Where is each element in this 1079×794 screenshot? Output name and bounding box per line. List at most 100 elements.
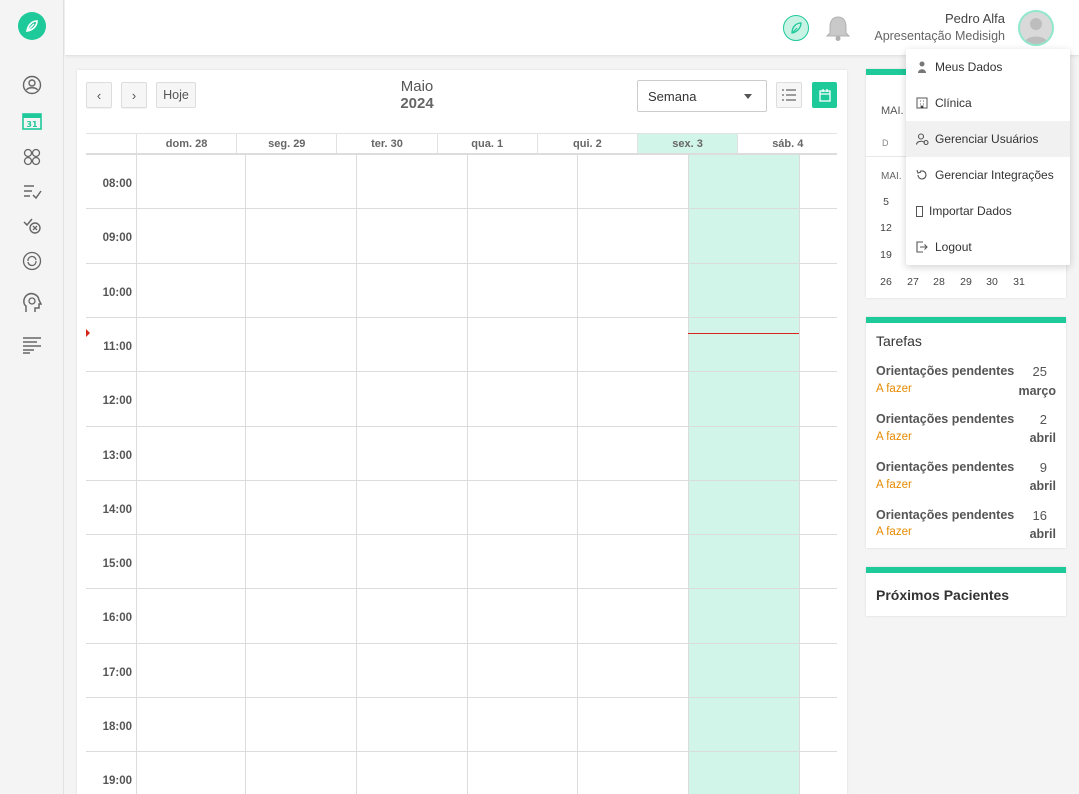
calendar-year: 2024 bbox=[400, 95, 434, 112]
time-label: 17:00 bbox=[102, 667, 132, 679]
mini-day[interactable]: 30 bbox=[982, 276, 1002, 288]
user-organization: Apresentação Medisigh bbox=[874, 29, 1005, 43]
task-name[interactable]: Orientações pendentes bbox=[876, 364, 1014, 378]
grid-column-divider bbox=[467, 154, 468, 794]
task-name[interactable]: Orientações pendentes bbox=[876, 508, 1014, 522]
day-header-4[interactable]: qui. 2 bbox=[536, 134, 637, 154]
menu-item-label: Meus Dados bbox=[935, 60, 1003, 74]
avatar[interactable] bbox=[1018, 10, 1054, 46]
bell-icon[interactable] bbox=[825, 14, 851, 42]
mini-day[interactable]: 12 bbox=[876, 222, 896, 234]
menu-item-meus-dados[interactable]: Meus Dados bbox=[906, 49, 1070, 85]
day-header-3[interactable]: qua. 1 bbox=[436, 134, 537, 154]
grid-column-divider bbox=[245, 154, 246, 794]
calendar-panel: ‹ › Hoje Maio 2024 Semana dom. 28 seg. 29… bbox=[77, 70, 847, 794]
view-select-value: Semana bbox=[648, 89, 697, 104]
svg-text:31: 31 bbox=[26, 120, 38, 129]
day-header-6[interactable]: sáb. 4 bbox=[737, 134, 837, 154]
sidebar: 31 bbox=[0, 0, 64, 794]
menu-item-logout[interactable]: Logout bbox=[906, 229, 1070, 265]
mini-day[interactable]: 28 bbox=[929, 276, 949, 288]
calendar-month: Maio bbox=[400, 78, 434, 95]
file-icon bbox=[915, 204, 923, 218]
current-time-line bbox=[688, 333, 799, 334]
task-month: março bbox=[1018, 384, 1056, 398]
task-status: A fazer bbox=[876, 431, 912, 443]
task-status: A fazer bbox=[876, 479, 912, 491]
user-settings-icon bbox=[915, 132, 929, 146]
list-view-button[interactable] bbox=[776, 82, 802, 108]
task-name[interactable]: Orientações pendentes bbox=[876, 460, 1014, 474]
menu-item-importar-dados[interactable]: Importar Dados bbox=[906, 193, 1070, 229]
time-label: 11:00 bbox=[103, 341, 132, 353]
menu-item-gerenciar-usuarios[interactable]: Gerenciar Usuários bbox=[906, 121, 1070, 157]
user-name[interactable]: Pedro Alfa bbox=[945, 11, 1005, 26]
cancel-icon[interactable] bbox=[21, 214, 43, 236]
week-day-header: dom. 28 seg. 29 ter. 30 qua. 1 qui. 2 sex. 3s… bbox=[86, 133, 837, 154]
reports-icon[interactable] bbox=[21, 334, 43, 356]
today-column bbox=[688, 154, 799, 794]
leaf-icon[interactable] bbox=[783, 15, 809, 41]
day-header-2[interactable]: ter. 30 bbox=[336, 134, 436, 154]
list-icon bbox=[782, 89, 796, 101]
time-label: 09:00 bbox=[102, 232, 132, 244]
task-status: A fazer bbox=[876, 526, 912, 538]
view-select[interactable]: Semana bbox=[637, 80, 767, 112]
logout-icon bbox=[915, 240, 929, 254]
mind-icon[interactable] bbox=[21, 292, 43, 314]
mini-day[interactable]: 29 bbox=[956, 276, 976, 288]
next-week-button[interactable]: › bbox=[121, 82, 147, 108]
task-day: 2 bbox=[1039, 412, 1047, 427]
mini-day[interactable]: 27 bbox=[903, 276, 923, 288]
grid-hour-line bbox=[86, 154, 837, 155]
next-patients-title: Próximos Pacientes bbox=[876, 587, 1010, 603]
time-label: 18:00 bbox=[102, 721, 132, 733]
day-header-5[interactable]: sex. 3 bbox=[637, 134, 738, 154]
task-day: 9 bbox=[1039, 460, 1047, 475]
grid-hour-line bbox=[86, 697, 837, 698]
menu-item-clinica[interactable]: Clínica bbox=[906, 85, 1070, 121]
time-label: 12:00 bbox=[102, 395, 132, 407]
top-header: Pedro Alfa Apresentação Medisigh bbox=[65, 0, 1079, 56]
grid-hour-line bbox=[86, 643, 837, 644]
grid-hour-line bbox=[86, 751, 837, 752]
tasks-title: Tarefas bbox=[876, 333, 922, 349]
task-name[interactable]: Orientações pendentes bbox=[876, 412, 1014, 426]
grid-hour-line bbox=[86, 263, 837, 264]
week-grid: 08:00 09:00 10:00 11:00 12:00 13:00 14:00 15:00… bbox=[86, 153, 837, 794]
grid-hour-line bbox=[86, 208, 837, 209]
menu-item-label: Logout bbox=[935, 240, 972, 254]
patient-icon[interactable] bbox=[21, 74, 43, 96]
mini-day[interactable]: 31 bbox=[1009, 276, 1029, 288]
mini-calendar-header: MAI. bbox=[881, 105, 904, 117]
grid-hour-line bbox=[86, 426, 837, 427]
today-button[interactable]: Hoje bbox=[156, 82, 196, 108]
groups-icon[interactable] bbox=[21, 146, 43, 168]
mini-day[interactable]: 5 bbox=[876, 196, 896, 208]
checklist-icon[interactable] bbox=[21, 181, 43, 203]
caret-down-icon bbox=[744, 94, 752, 99]
menu-item-gerenciar-integracoes[interactable]: Gerenciar Integrações bbox=[906, 157, 1070, 193]
task-month: abril bbox=[1029, 431, 1056, 445]
prev-week-button[interactable]: ‹ bbox=[86, 82, 112, 108]
time-label: 10:00 bbox=[102, 287, 132, 299]
grid-column-divider bbox=[799, 154, 800, 794]
calendar-view-button[interactable] bbox=[812, 82, 837, 108]
user-menu: Meus Dados Clínica Gerenciar Usuários Ge… bbox=[906, 49, 1070, 265]
grid-column-divider bbox=[356, 154, 357, 794]
refresh-icon[interactable] bbox=[21, 250, 43, 272]
mini-day[interactable]: 19 bbox=[876, 249, 896, 261]
task-day: 25 bbox=[1032, 364, 1047, 379]
mini-calendar-month: MAI. bbox=[881, 171, 902, 182]
time-label: 16:00 bbox=[102, 612, 132, 624]
day-header-1[interactable]: seg. 29 bbox=[236, 134, 336, 154]
day-header-0[interactable]: dom. 28 bbox=[136, 134, 236, 154]
calendar-icon[interactable]: 31 bbox=[21, 110, 43, 132]
grid-column-divider bbox=[136, 154, 137, 794]
mini-day[interactable]: 26 bbox=[876, 276, 896, 288]
grid-hour-line bbox=[86, 317, 837, 318]
grid-column-divider bbox=[577, 154, 578, 794]
menu-item-label: Gerenciar Usuários bbox=[935, 132, 1039, 146]
app-logo-icon[interactable] bbox=[18, 12, 46, 40]
grid-hour-line bbox=[86, 534, 837, 535]
